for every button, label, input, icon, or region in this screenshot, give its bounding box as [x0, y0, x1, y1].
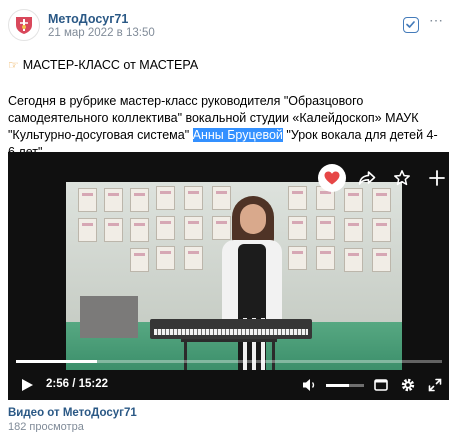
diploma	[156, 246, 175, 270]
play-button[interactable]	[20, 378, 34, 392]
add-video-button[interactable]	[423, 164, 449, 192]
post-title-text: МАСТЕР-КЛАСС от МАСТЕРА	[22, 58, 199, 72]
diploma	[130, 248, 149, 272]
fullscreen-button[interactable]	[428, 378, 442, 392]
hand-pointing-icon: ☞	[8, 58, 19, 72]
shield-logo-icon	[16, 17, 32, 34]
gear-icon	[401, 378, 415, 392]
diploma	[288, 186, 307, 210]
diploma	[78, 188, 97, 212]
diploma	[372, 248, 391, 272]
selected-text: Анны Бруцевой	[192, 128, 283, 142]
diploma	[288, 216, 307, 240]
star-icon	[394, 170, 410, 186]
diploma	[344, 218, 363, 242]
mini-player-icon	[374, 379, 388, 391]
volume-icon	[303, 379, 315, 391]
video-source-link[interactable]: Видео от МетоДосуг71	[8, 407, 137, 419]
view-count: 182 просмотра	[8, 421, 84, 432]
video-player[interactable]: 2:56 / 15:22	[8, 152, 449, 400]
volume-level	[326, 384, 349, 387]
diploma	[184, 216, 203, 240]
fullscreen-icon	[428, 378, 442, 392]
mini-player-button[interactable]	[374, 378, 388, 392]
keyboard-stand-leg	[272, 339, 275, 370]
play-icon	[22, 379, 33, 391]
video-progress-bar[interactable]	[16, 360, 442, 363]
video-time: 2:56 / 15:22	[46, 378, 109, 390]
group-name-link[interactable]: МетоДосуг71	[48, 12, 128, 26]
diploma	[344, 248, 363, 272]
diploma	[316, 216, 335, 240]
volume-button[interactable]	[302, 378, 318, 392]
diploma	[288, 246, 307, 270]
follow-check-icon	[406, 21, 415, 28]
singer-dress	[238, 244, 266, 324]
settings-button[interactable]	[400, 377, 416, 393]
like-button[interactable]	[318, 164, 346, 192]
plus-icon	[429, 170, 445, 186]
synthesizer	[150, 319, 312, 339]
diploma	[104, 188, 123, 212]
share-button[interactable]	[353, 164, 381, 192]
follow-button[interactable]	[403, 17, 419, 33]
share-icon	[358, 171, 376, 185]
diploma	[212, 186, 231, 210]
diploma	[156, 216, 175, 240]
favorite-button[interactable]	[388, 164, 416, 192]
post-date[interactable]: 21 мар 2022 в 13:50	[48, 27, 155, 39]
more-icon[interactable]: ⋯	[429, 13, 443, 31]
heart-icon	[324, 171, 340, 185]
diploma	[156, 186, 175, 210]
video-frame[interactable]	[66, 182, 402, 370]
diploma	[316, 246, 335, 270]
diploma	[184, 246, 203, 270]
keyboard-stand-leg	[184, 339, 187, 370]
diploma	[78, 218, 97, 242]
singer-face	[240, 204, 266, 234]
diploma	[184, 186, 203, 210]
video-progress-fill	[16, 360, 98, 363]
post-title: ☞ МАСТЕР-КЛАСС от МАСТЕРА	[8, 58, 198, 72]
diploma	[212, 216, 231, 240]
volume-slider[interactable]	[326, 384, 364, 387]
post-header: МетоДосуг71 21 мар 2022 в 13:50 ⋯	[8, 9, 443, 41]
diploma	[372, 218, 391, 242]
synthesizer-keys	[154, 329, 308, 335]
keyboard-stand	[181, 339, 277, 342]
diploma	[130, 218, 149, 242]
diploma	[130, 188, 149, 212]
post-text: Сегодня в рубрике мастер-класс руководит…	[8, 93, 443, 161]
group-avatar[interactable]	[8, 9, 40, 41]
diploma	[104, 218, 123, 242]
table	[80, 296, 138, 338]
